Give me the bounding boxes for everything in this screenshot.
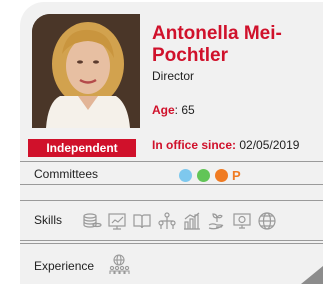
age-value: : 65 bbox=[174, 103, 195, 117]
age-line: Age: 65 bbox=[152, 103, 195, 117]
globe-icon bbox=[258, 212, 276, 230]
in-office-line: In office since: 02/05/2019 bbox=[152, 138, 299, 152]
divider bbox=[20, 161, 323, 162]
director-name: Antonella Mei-Pochtler bbox=[152, 23, 282, 66]
in-office-value: 02/05/2019 bbox=[236, 138, 300, 152]
committee-dot-blue bbox=[179, 169, 192, 182]
people-network-icon bbox=[158, 212, 176, 229]
divider bbox=[20, 200, 323, 201]
skills-label: Skills bbox=[34, 213, 63, 227]
divider bbox=[20, 240, 323, 241]
age-label: Age bbox=[152, 103, 175, 117]
experience-label: Experience bbox=[34, 259, 95, 273]
divider bbox=[20, 243, 323, 244]
director-card: Antonella Mei-Pochtler Director Age: 65 … bbox=[20, 2, 323, 284]
in-office-label: In office since: bbox=[152, 138, 237, 152]
book-icon bbox=[133, 214, 151, 229]
committees-label: Committees bbox=[34, 167, 99, 181]
status-badge: Independent bbox=[28, 139, 136, 157]
coins-icon bbox=[83, 213, 102, 228]
committee-dot-orange bbox=[215, 169, 228, 182]
director-photo bbox=[32, 14, 140, 128]
bar-chart-icon bbox=[184, 212, 200, 230]
director-role: Director bbox=[152, 69, 195, 83]
monitor-icon bbox=[233, 213, 251, 229]
card-corner bbox=[301, 266, 323, 284]
committee-dot-green bbox=[197, 169, 210, 182]
globe-people-icon bbox=[109, 254, 130, 274]
committee-marker: P bbox=[232, 168, 241, 183]
plant-hand-icon bbox=[208, 213, 224, 230]
divider bbox=[20, 184, 323, 185]
chart-board-icon bbox=[108, 213, 126, 230]
